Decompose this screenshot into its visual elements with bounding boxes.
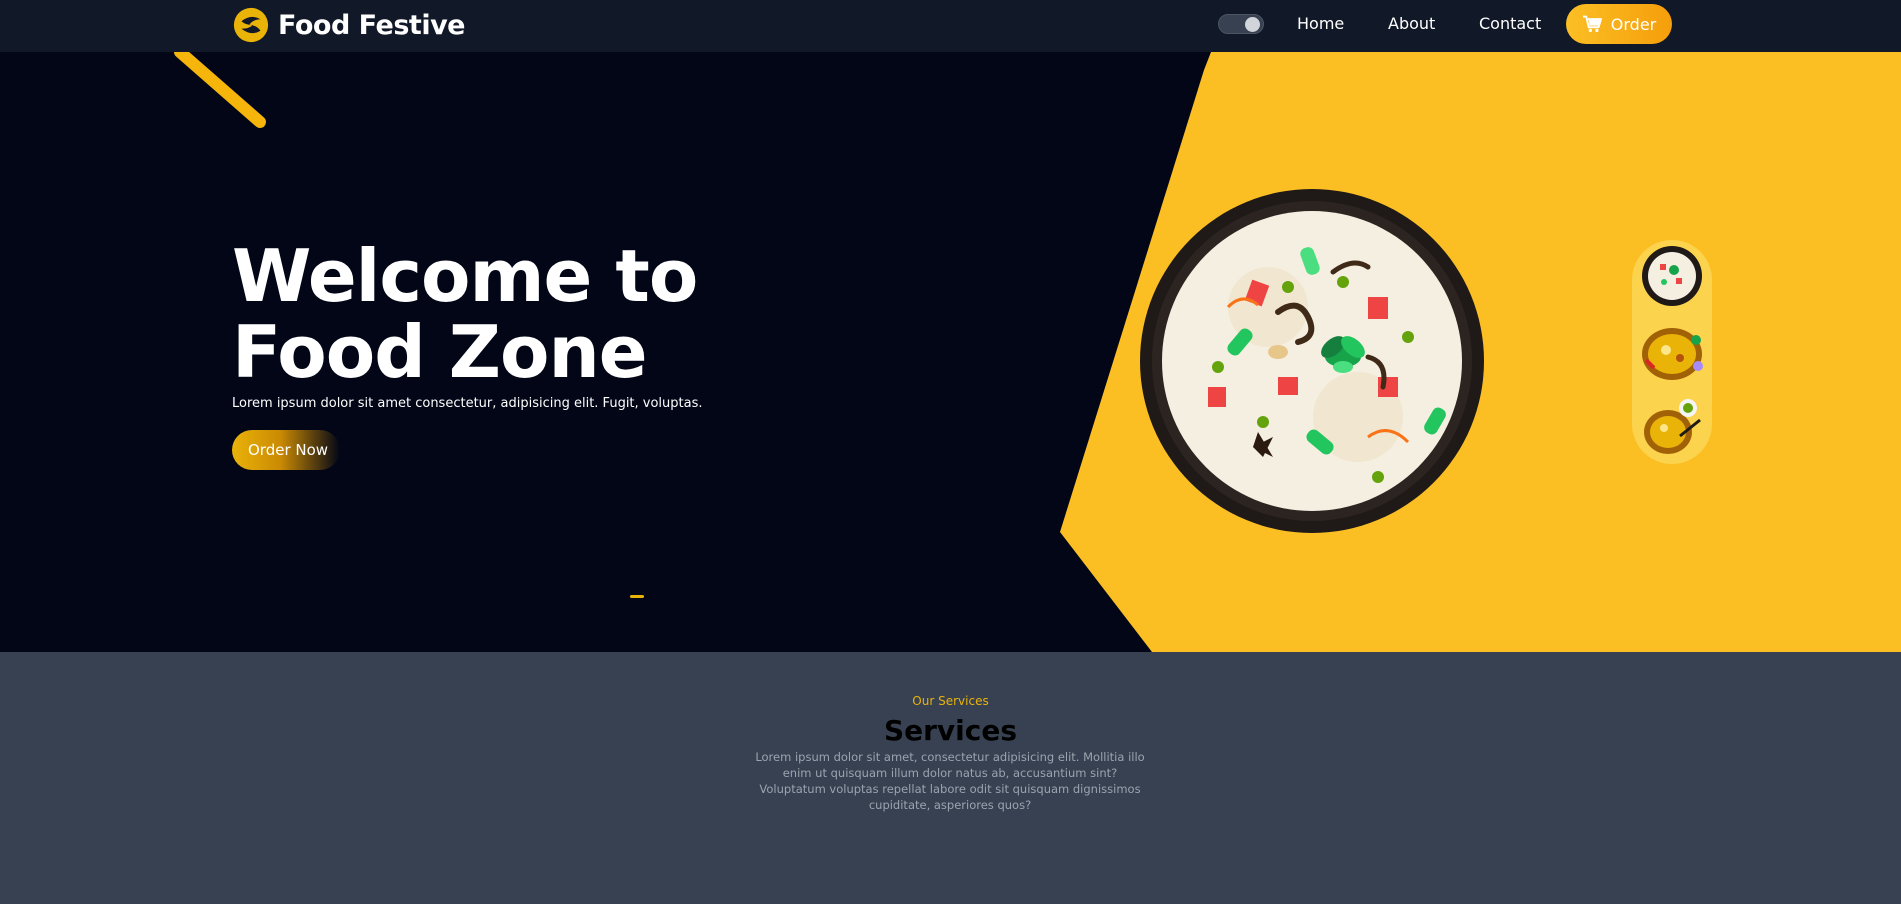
thumbnail-biryani-plate[interactable]	[1640, 320, 1704, 384]
order-button[interactable]: Order	[1566, 4, 1672, 44]
biryani-bowl-image	[1140, 189, 1484, 533]
order-now-button[interactable]: Order Now	[232, 430, 340, 470]
food-logo-icon	[233, 7, 269, 43]
nav-contact-link[interactable]: Contact	[1479, 14, 1541, 33]
services-section: Our Services Services Lorem ipsum dolor …	[0, 652, 1901, 904]
thumbnail-biryani-plate-spoon[interactable]	[1640, 396, 1704, 460]
services-title: Services	[883, 714, 1018, 747]
navbar: Food Festive Home About Contact Order	[0, 0, 1901, 52]
brand-name: Food Festive	[278, 9, 465, 41]
hero-title: Welcome to Food Zone	[232, 234, 698, 394]
hero-subtitle: Lorem ipsum dolor sit amet consectetur, …	[232, 396, 703, 411]
thumbnail-rail	[1632, 240, 1712, 464]
services-description: Lorem ipsum dolor sit amet, consectetur …	[755, 750, 1145, 812]
hero-section: Welcome to Food Zone Lorem ipsum dolor s…	[0, 52, 1901, 652]
cart-icon	[1582, 15, 1602, 33]
theme-toggle[interactable]	[1218, 14, 1264, 34]
nav-about-link[interactable]: About	[1388, 14, 1435, 33]
brand-logo[interactable]: Food Festive	[232, 6, 465, 44]
order-button-label: Order	[1610, 14, 1657, 34]
thumbnail-biryani-bowl[interactable]	[1640, 244, 1704, 308]
nav-home-link[interactable]: Home	[1297, 14, 1344, 33]
toggle-knob	[1245, 17, 1260, 32]
slide-indicator[interactable]	[630, 595, 644, 598]
services-eyebrow: Our Services	[912, 694, 989, 708]
